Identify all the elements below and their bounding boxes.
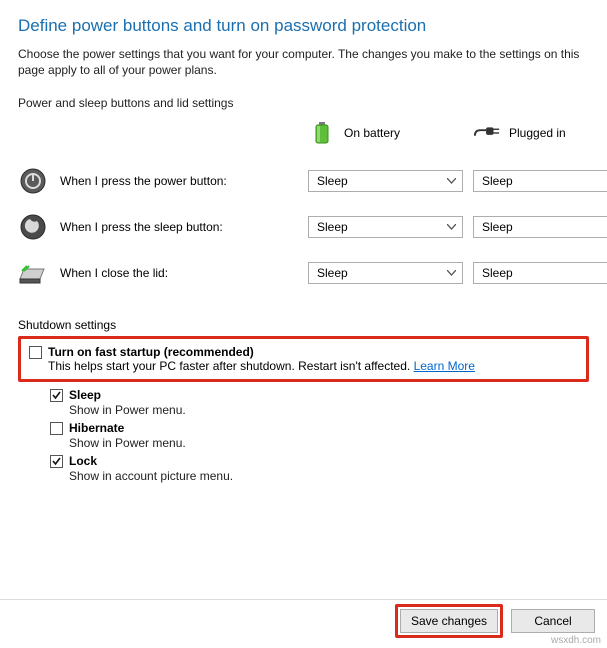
watermark: wsxdh.com bbox=[551, 635, 601, 646]
dropdown-sleep-battery[interactable]: Sleep bbox=[308, 216, 463, 238]
option-lock-desc: Show in account picture menu. bbox=[69, 469, 589, 483]
dropdown-power-battery[interactable]: Sleep bbox=[308, 170, 463, 192]
row-label-sleep: When I press the sleep button: bbox=[60, 220, 223, 234]
chevron-down-icon bbox=[446, 176, 456, 186]
column-header-plugged: Plugged in bbox=[473, 116, 607, 158]
section-shutdown-label: Shutdown settings bbox=[18, 318, 589, 332]
dropdown-sleep-plugged[interactable]: Sleep bbox=[473, 216, 607, 238]
sleep-button-icon bbox=[18, 212, 48, 242]
chevron-down-icon bbox=[446, 268, 456, 278]
plug-icon bbox=[473, 122, 501, 144]
option-hibernate-title: Hibernate bbox=[69, 421, 124, 435]
dropdown-value: Sleep bbox=[482, 220, 513, 234]
dropdown-power-plugged[interactable]: Sleep bbox=[473, 170, 607, 192]
checkbox-sleep[interactable] bbox=[50, 389, 63, 402]
learn-more-link[interactable]: Learn More bbox=[414, 359, 475, 373]
lid-icon bbox=[18, 258, 48, 288]
option-sleep-desc: Show in Power menu. bbox=[69, 403, 589, 417]
option-sleep-title: Sleep bbox=[69, 388, 101, 402]
option-lock-title: Lock bbox=[69, 454, 97, 468]
cancel-button[interactable]: Cancel bbox=[511, 609, 595, 633]
battery-icon bbox=[308, 122, 336, 144]
dropdown-value: Sleep bbox=[317, 266, 348, 280]
highlight-save-button: Save changes bbox=[395, 604, 503, 638]
dropdown-lid-battery[interactable]: Sleep bbox=[308, 262, 463, 284]
footer-separator bbox=[0, 599, 607, 600]
checkbox-hibernate[interactable] bbox=[50, 422, 63, 435]
highlight-fast-startup: Turn on fast startup (recommended) This … bbox=[18, 336, 589, 382]
checkbox-lock[interactable] bbox=[50, 455, 63, 468]
save-button[interactable]: Save changes bbox=[400, 609, 498, 633]
dropdown-value: Sleep bbox=[317, 220, 348, 234]
chevron-down-icon bbox=[446, 222, 456, 232]
dropdown-value: Sleep bbox=[482, 266, 513, 280]
fast-startup-desc: This helps start your PC faster after sh… bbox=[48, 359, 414, 373]
row-label-lid: When I close the lid: bbox=[60, 266, 168, 280]
column-header-battery-label: On battery bbox=[344, 126, 400, 140]
column-header-plugged-label: Plugged in bbox=[509, 126, 566, 140]
section-buttons-label: Power and sleep buttons and lid settings bbox=[18, 96, 589, 110]
fast-startup-title: Turn on fast startup (recommended) bbox=[48, 345, 475, 359]
dropdown-value: Sleep bbox=[317, 174, 348, 188]
page-title: Define power buttons and turn on passwor… bbox=[18, 16, 589, 36]
page-subtitle: Choose the power settings that you want … bbox=[18, 46, 589, 78]
dropdown-value: Sleep bbox=[482, 174, 513, 188]
column-header-battery: On battery bbox=[308, 116, 463, 158]
checkbox-fast-startup[interactable] bbox=[29, 346, 42, 359]
power-button-icon bbox=[18, 166, 48, 196]
row-label-power: When I press the power button: bbox=[60, 174, 227, 188]
option-hibernate-desc: Show in Power menu. bbox=[69, 436, 589, 450]
dropdown-lid-plugged[interactable]: Sleep bbox=[473, 262, 607, 284]
